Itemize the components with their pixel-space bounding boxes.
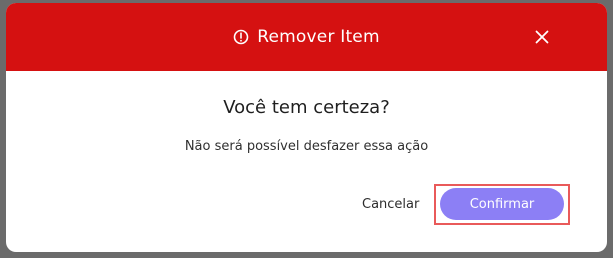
alert-circle-icon <box>233 29 249 45</box>
dialog-header: Remover Item <box>6 3 607 71</box>
confirmation-question: Você tem certeza? <box>223 97 390 118</box>
cancel-button[interactable]: Cancelar <box>362 197 419 212</box>
close-button[interactable] <box>533 28 551 46</box>
remove-item-dialog: Remover Item Você tem certeza? Não será … <box>6 3 607 252</box>
dialog-title: Remover Item <box>257 26 380 47</box>
dialog-title-group: Remover Item <box>6 3 607 71</box>
warning-message: Não será possível desfazer essa ação <box>184 139 429 154</box>
close-icon <box>535 30 549 44</box>
dialog-body: Você tem certeza? Não será possível desf… <box>6 71 607 252</box>
confirm-button[interactable]: Confirmar <box>440 188 564 220</box>
